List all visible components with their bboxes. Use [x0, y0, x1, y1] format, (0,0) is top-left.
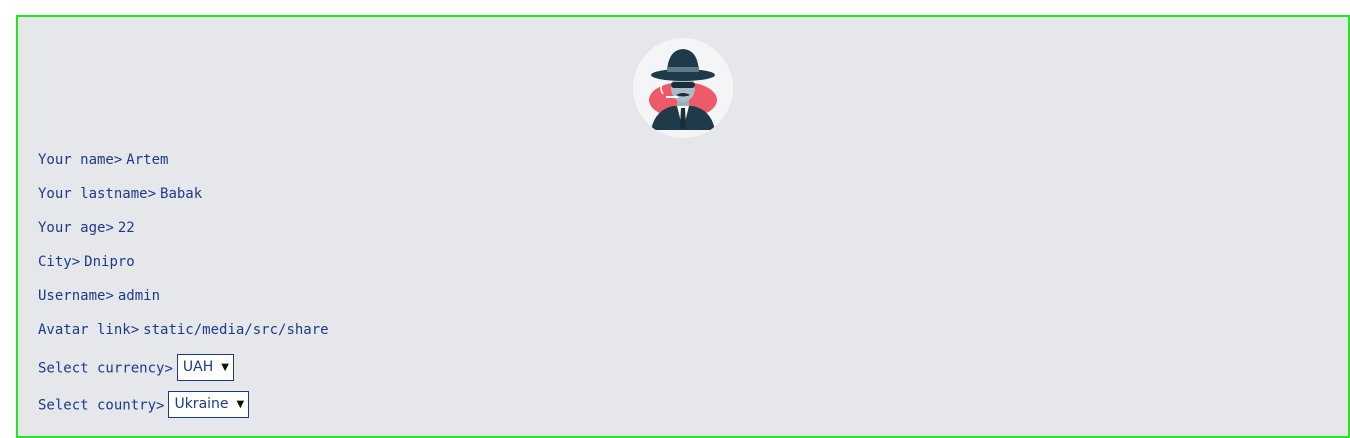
- chevron-down-icon: ▼: [236, 399, 245, 410]
- field-row-country: Select country> Ukraine ▼: [38, 391, 250, 419]
- field-separator: >: [71, 254, 81, 270]
- field-separator: >: [156, 397, 165, 414]
- field-separator: >: [113, 152, 123, 168]
- field-separator: >: [105, 220, 114, 236]
- spy-avatar-icon: [633, 38, 733, 138]
- field-row-age: Your age> 22: [38, 219, 135, 237]
- chevron-down-icon: ▼: [221, 362, 229, 373]
- field-label: Avatar link: [38, 322, 131, 338]
- field-label: Your age: [38, 220, 106, 236]
- field-row-avatar-link: Avatar link> static/media/src/share: [38, 321, 332, 339]
- country-select[interactable]: Ukraine ▼: [168, 391, 250, 418]
- field-row-lastname: Your lastname> Babak: [38, 185, 202, 203]
- field-label: Your name: [38, 152, 114, 168]
- currency-selected-value: UAH: [182, 359, 214, 375]
- field-separator: >: [147, 186, 157, 202]
- currency-select[interactable]: UAH ▼: [176, 354, 234, 381]
- username-value: admin: [117, 288, 161, 304]
- field-label: City: [38, 254, 72, 270]
- field-row-city: City> Dnipro: [38, 253, 135, 271]
- field-label: Select currency: [38, 360, 165, 377]
- age-value: 22: [117, 220, 135, 236]
- field-separator: >: [164, 360, 173, 377]
- city-value: Dnipro: [84, 254, 135, 270]
- field-label: Select country: [38, 397, 157, 414]
- name-value: Artem: [126, 152, 169, 168]
- field-row-name: Your name> Artem: [38, 151, 168, 169]
- field-separator: >: [130, 322, 140, 338]
- profile-panel: Your name> Artem Your lastname> Babak Your…: [16, 15, 1350, 438]
- field-separator: >: [105, 288, 114, 304]
- country-selected-value: Ukraine: [174, 396, 229, 412]
- field-label: Your lastname: [38, 186, 148, 202]
- lastname-value: Babak: [160, 186, 203, 202]
- field-row-currency: Select currency> UAH ▼: [38, 354, 234, 382]
- field-label: Username: [38, 288, 106, 304]
- avatar-link-value: static/media/src/share: [143, 322, 329, 338]
- field-row-username: Username> admin: [38, 287, 160, 305]
